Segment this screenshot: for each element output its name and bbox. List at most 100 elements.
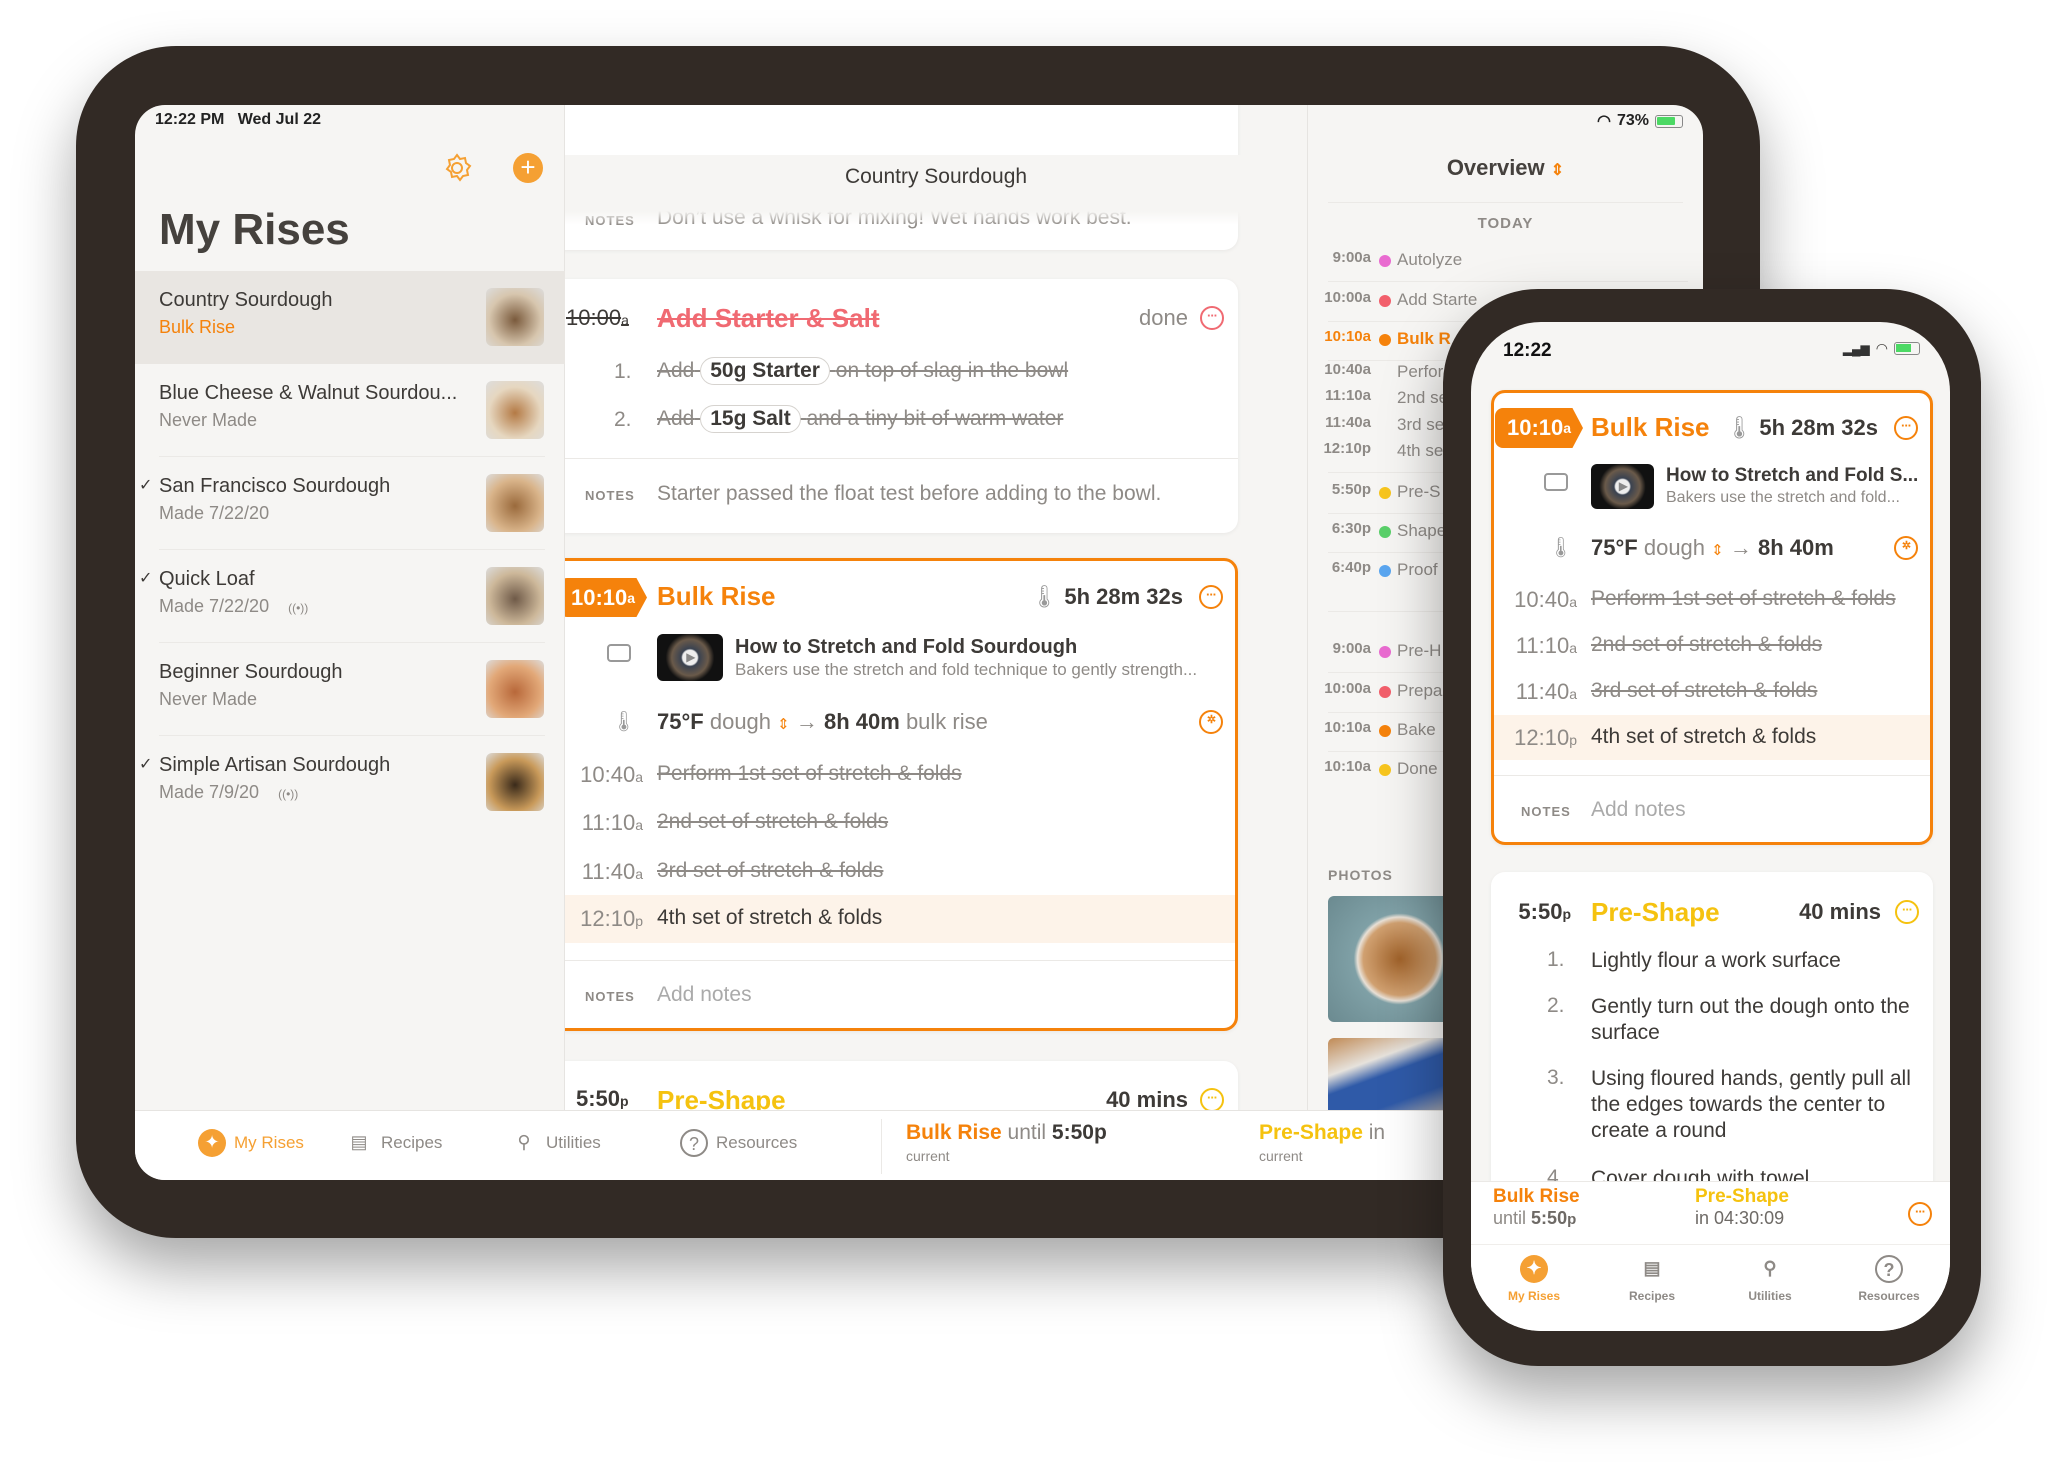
overview-row[interactable]: 9:00a Autolyze [1308, 249, 1703, 273]
more-icon[interactable]: ··· [1895, 900, 1919, 924]
status-dot-icon [1379, 764, 1391, 776]
notes-input[interactable]: Add notes [657, 983, 752, 1007]
sub-step[interactable]: 3rd set of stretch & folds [1591, 679, 1817, 703]
more-icon[interactable]: ··· [1200, 1088, 1224, 1110]
note-text: Starter passed the float test before add… [657, 482, 1162, 505]
step-duration: 40 mins [1799, 899, 1881, 924]
next-step-status[interactable]: Pre-Shape in current [1259, 1121, 1385, 1164]
temperature-row[interactable]: 75°F dough ⇕ → 8h 40m bulk rise [657, 709, 988, 735]
sub-step[interactable]: 2nd set of stretch & folds [657, 810, 888, 834]
tab-utilities[interactable]: ⚲ Utilities [1720, 1255, 1820, 1303]
check-icon: ✓ [139, 477, 153, 494]
recipe-thumbnail [486, 474, 544, 532]
step-card-bulk-rise[interactable]: 10:10 a Bulk Rise 🌡︎ 5h 28m 32s ··· ▶ How… [1491, 390, 1933, 845]
instruction: Add 50g Starter on top of slag in the bo… [657, 357, 1068, 385]
more-icon[interactable]: ··· [1200, 306, 1224, 330]
step-number: 3. [1547, 1066, 1565, 1089]
video-camera-icon [1544, 473, 1568, 491]
tab-my-rises[interactable]: ✦ My Rises [1484, 1255, 1584, 1303]
step-card-pre-shape[interactable]: 5:50p Pre-Shape 40 mins ··· [565, 1061, 1238, 1110]
sparkle-icon: ✦ [198, 1129, 226, 1157]
page-title: My Rises [159, 205, 350, 254]
notes-input[interactable]: Add notes [1591, 798, 1686, 822]
step-number: 2. [1547, 994, 1565, 1017]
status-time: 12:22 [1503, 340, 1552, 361]
recipe-list-item[interactable]: ✓ Simple Artisan Sourdough Made 7/9/20 (… [135, 736, 565, 829]
video-thumbnail[interactable]: ▶ [1591, 463, 1654, 509]
step-time: 10:00a [566, 305, 629, 330]
sub-step[interactable]: Perform 1st set of stretch & folds [1591, 587, 1896, 611]
tab-my-rises[interactable]: ✦ My Rises [198, 1129, 304, 1157]
video-camera-icon [607, 644, 631, 662]
step-duration: 40 mins [1106, 1087, 1188, 1110]
current-step-status[interactable]: Bulk Rise until 5:50p current [906, 1121, 1107, 1164]
recipe-thumbnail [486, 753, 544, 811]
recipe-list-item[interactable]: ✓ Quick Loaf Made 7/22/20 ((•)) [135, 550, 565, 643]
more-icon[interactable]: ··· [1894, 416, 1918, 440]
tab-recipes[interactable]: ▤ Recipes [345, 1129, 442, 1157]
stepper-icon[interactable]: ⇕ [1711, 542, 1724, 559]
recipe-status: Made 7/22/20 ((•)) [159, 596, 309, 616]
sub-step-time: 11:40a [581, 859, 643, 884]
ingredient-chip[interactable]: 15g Salt [700, 405, 801, 433]
now-bar[interactable]: Bulk Rise until 5:50p Pre-Shape in 04:30:0… [1471, 1181, 1950, 1244]
overview-selector[interactable]: Overview ⇕ [1308, 155, 1703, 181]
stepper-icon[interactable]: ⇕ [777, 716, 790, 733]
sub-step[interactable]: 4th set of stretch & folds [1591, 725, 1816, 749]
sub-step-time: 12:10p [1514, 725, 1577, 750]
sub-step[interactable]: 4th set of stretch & folds [657, 906, 882, 930]
sub-step[interactable]: 2nd set of stretch & folds [1591, 633, 1822, 657]
recipe-list-item[interactable]: Blue Cheese & Walnut Sourdou... Never Ma… [135, 364, 565, 457]
recipe-list-item[interactable]: Beginner Sourdough Never Made [135, 643, 565, 736]
notes-label: NOTES [1521, 804, 1571, 819]
photo[interactable] [1328, 1038, 1458, 1118]
step-card-add-starter[interactable]: 10:00a Add Starter & Salt done ··· NOTES… [565, 279, 1238, 533]
step-card-bulk-rise[interactable]: 10:10 a Bulk Rise 🌡︎ 5h 28m 32s ··· ▶ How… [565, 558, 1238, 1031]
status-dot-icon [1379, 255, 1391, 267]
play-icon: ▶ [1618, 479, 1629, 493]
more-icon[interactable]: ··· [1908, 1202, 1932, 1226]
status-dot-icon [1379, 565, 1391, 577]
recipe-name: Country Sourdough [159, 289, 333, 311]
video-title[interactable]: How to Stretch and Fold Sourdough [735, 636, 1077, 659]
status-icons: ▂▄▆ ◠ [1843, 340, 1920, 357]
timer: 🌡︎ 5h 28m 32s [1030, 584, 1183, 609]
tab-recipes[interactable]: ▤ Recipes [1602, 1255, 1702, 1303]
status-dot-icon [1379, 487, 1391, 499]
step-number: 2. [614, 408, 632, 431]
step-title: Pre-Shape [1591, 897, 1720, 927]
check-icon: ✓ [139, 756, 153, 773]
video-thumbnail[interactable]: ▶ [657, 633, 723, 681]
recipe-thumbnail [486, 567, 544, 625]
sub-step-time: 10:40a [580, 762, 643, 787]
step-time-badge: 10:10 a [1495, 408, 1583, 448]
tab-resources[interactable]: ? Resources [1839, 1255, 1939, 1303]
recipe-list-item[interactable]: Country Sourdough Bulk Rise [135, 271, 565, 364]
step-title: Bulk Rise [657, 581, 776, 611]
sub-step-time: 10:40a [1514, 587, 1577, 612]
step-status: done [1139, 305, 1188, 330]
thermometer-icon: 🌡︎ [1548, 537, 1574, 559]
sub-step[interactable]: Perform 1st set of stretch & folds [657, 762, 962, 786]
recipe-list-item[interactable]: ✓ San Francisco Sourdough Made 7/22/20 [135, 457, 565, 550]
step-time: 5:50p [576, 1086, 629, 1110]
sparkle-icon: ✦ [1520, 1255, 1548, 1283]
temperature-row[interactable]: 75°F dough ⇕ → 8h 40m [1591, 535, 1834, 561]
section-today: TODAY [1477, 215, 1534, 232]
notes-label: NOTES [585, 989, 635, 1004]
recipe-name: San Francisco Sourdough [159, 475, 391, 497]
sub-step[interactable]: 3rd set of stretch & folds [657, 859, 883, 883]
sub-step-time: 11:10a [1515, 633, 1577, 658]
check-icon: ✓ [139, 570, 153, 587]
tab-resources[interactable]: ? Resources [680, 1129, 797, 1157]
ingredient-chip[interactable]: 50g Starter [700, 357, 830, 385]
photo[interactable] [1328, 896, 1458, 1022]
timer-settings-icon[interactable]: ✲ [1894, 536, 1918, 560]
timer: 🌡︎ 5h 28m 32s [1725, 415, 1878, 440]
tab-utilities[interactable]: ⚲ Utilities [510, 1129, 600, 1157]
gear-icon[interactable] [441, 152, 473, 184]
more-icon[interactable]: ··· [1199, 585, 1223, 609]
timer-settings-icon[interactable]: ✲ [1199, 710, 1223, 734]
video-title[interactable]: How to Stretch and Fold S... [1666, 465, 1918, 487]
add-rise-button[interactable]: + [513, 153, 543, 183]
